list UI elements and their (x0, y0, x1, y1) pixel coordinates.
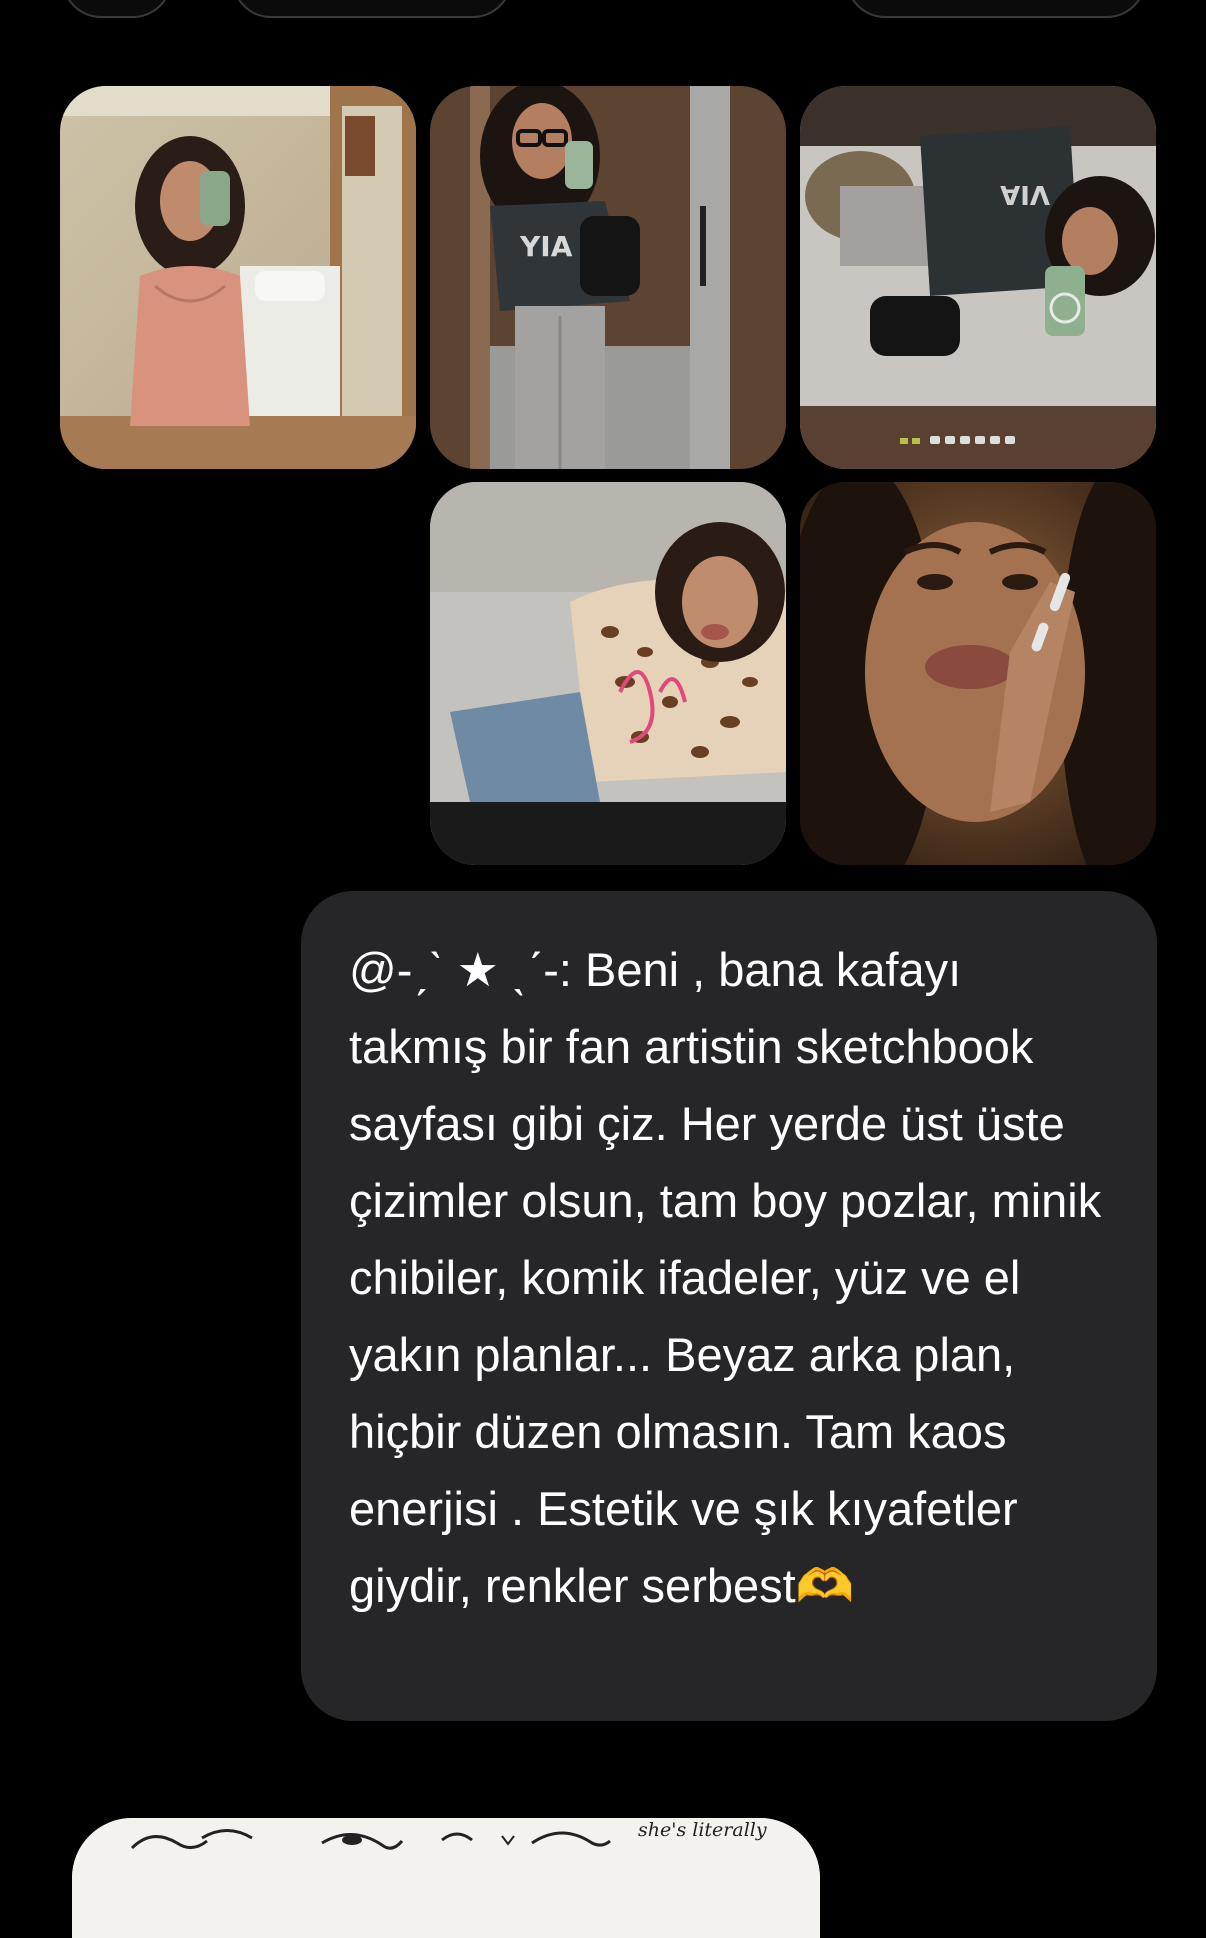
svg-text:VIA: VIA (1000, 179, 1050, 209)
photo-thumbnail-2[interactable]: YIA (430, 86, 786, 469)
elevator-mirror-selfie-glasses-photo: YIA (430, 86, 786, 469)
hand-on-cheek-closeup-photo (800, 482, 1156, 865)
leopard-top-selfie-photo (430, 482, 786, 865)
photo-thumbnail-1[interactable] (60, 86, 416, 469)
top-clipped-chip[interactable] (62, 0, 172, 18)
message-bubble[interactable]: @-ˏˋ ★ ˎˊ-: Beni , bana kafayı takmış bi… (301, 891, 1157, 1721)
top-clipped-chip[interactable] (232, 0, 512, 18)
rotated-elevator-mirror-selfie-photo: VIA (800, 86, 1156, 469)
photo-thumbnail-5[interactable] (800, 482, 1156, 865)
top-clipped-chip[interactable] (846, 0, 1146, 18)
sketch-preview-image[interactable]: she's literally (72, 1818, 820, 1938)
photo-thumbnail-3[interactable]: VIA (800, 86, 1156, 469)
svg-text:YIA: YIA (519, 230, 573, 263)
photo-thumbnail-4[interactable] (430, 482, 786, 865)
mirror-selfie-pink-dress-photo (60, 86, 416, 469)
sketch-caption: she's literally (638, 1819, 767, 1841)
message-text: @-ˏˋ ★ ˎˊ-: Beni , bana kafayı takmış bi… (349, 943, 1115, 1612)
